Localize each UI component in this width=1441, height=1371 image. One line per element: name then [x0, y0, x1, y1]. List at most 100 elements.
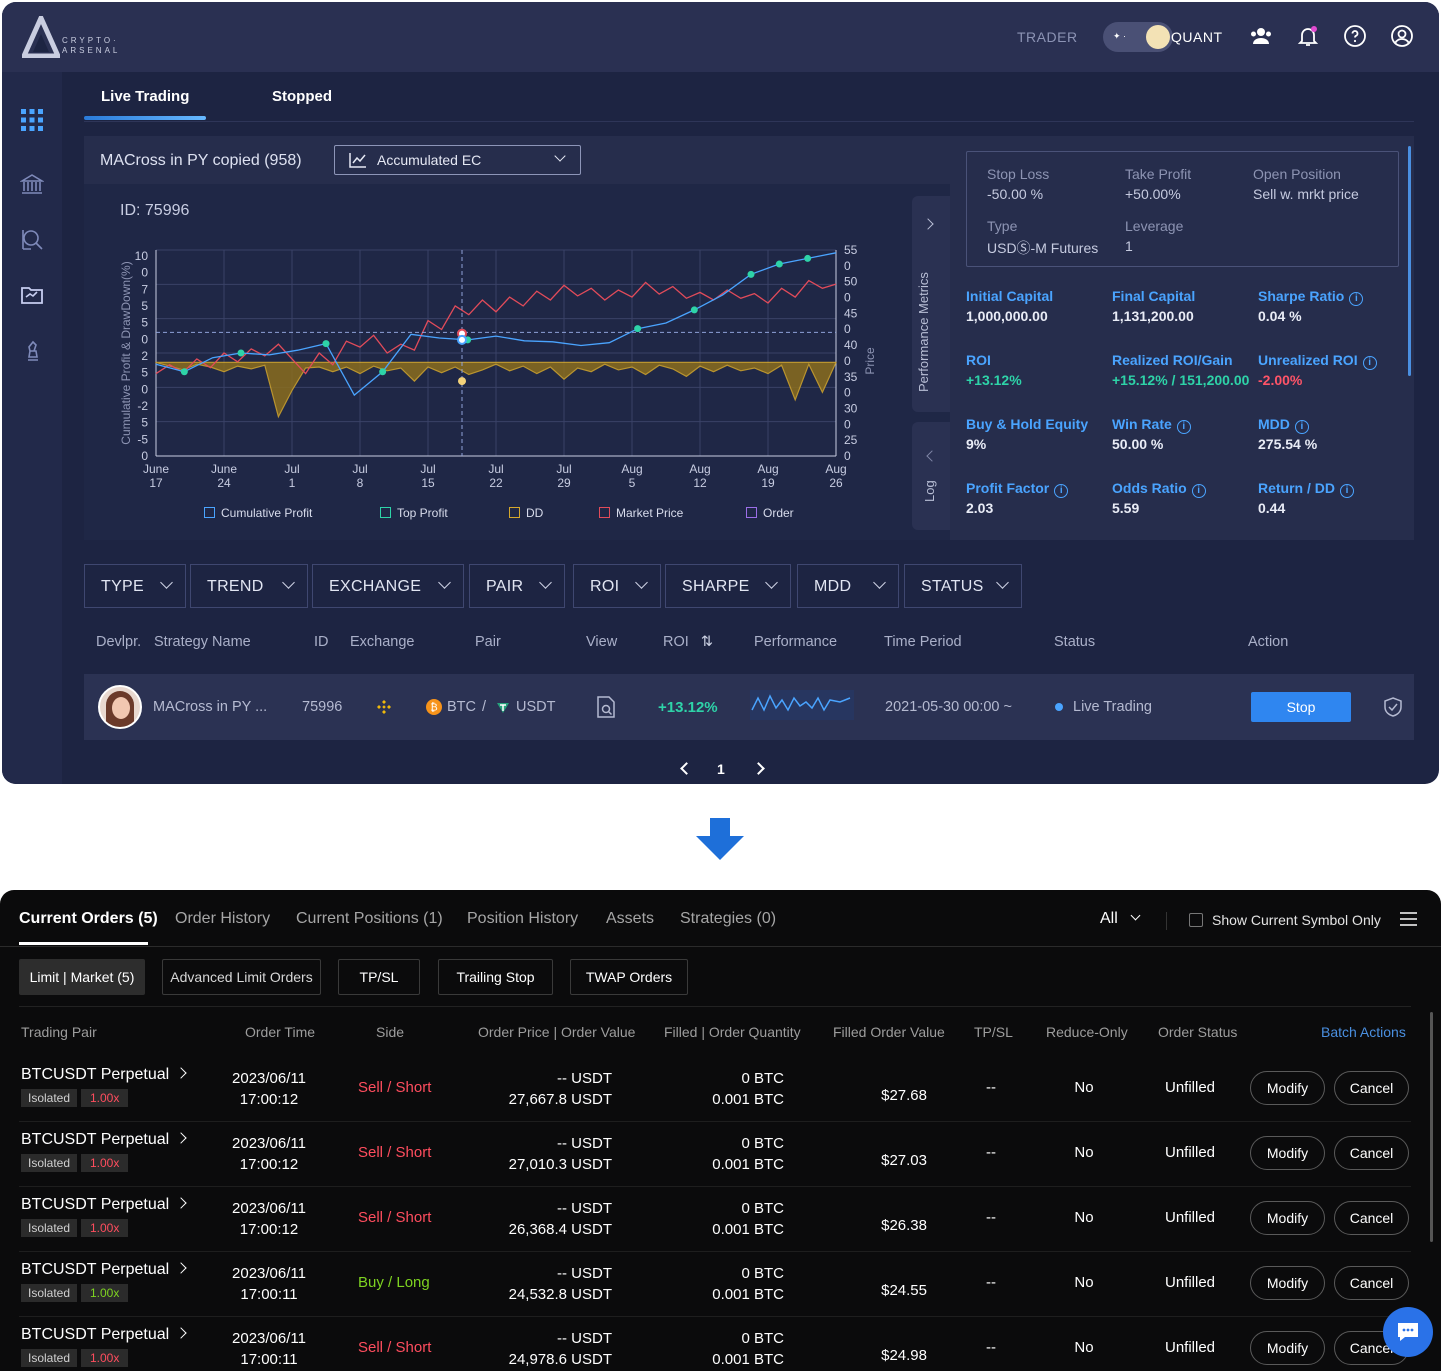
- chat-button[interactable]: [1383, 1307, 1433, 1357]
- metric-label[interactable]: Profit Factor i: [966, 480, 1069, 498]
- filter-mdd[interactable]: MDD: [797, 564, 899, 608]
- info-icon[interactable]: i: [1362, 356, 1377, 370]
- modify-button[interactable]: Modify: [1250, 1136, 1325, 1170]
- cancel-button[interactable]: Cancel: [1334, 1201, 1409, 1235]
- order-value: 27,010.3 USDT: [508, 1156, 612, 1173]
- legend-cumulative-profit[interactable]: Cumulative Profit: [204, 506, 312, 520]
- mode-toggle[interactable]: ✦ ·: [1103, 22, 1173, 52]
- metric-label[interactable]: Unrealized ROI i: [1258, 352, 1377, 370]
- modify-button[interactable]: Modify: [1250, 1201, 1325, 1235]
- y-tick-label: 5: [141, 316, 148, 330]
- order-row[interactable]: BTCUSDT Perpetual Isolated 1.00x 2023/06/11…: [19, 1187, 1411, 1252]
- grid-icon[interactable]: [20, 108, 44, 132]
- developer-avatar[interactable]: [98, 685, 142, 729]
- filter-all-value: All: [1100, 910, 1118, 927]
- modify-button[interactable]: Modify: [1250, 1331, 1325, 1365]
- filter-pair[interactable]: PAIR: [469, 564, 565, 608]
- filter-all-select[interactable]: All: [1100, 910, 1141, 928]
- trading-pair[interactable]: BTCUSDT Perpetual: [21, 1196, 187, 1214]
- order-row[interactable]: BTCUSDT Perpetual Isolated 1.00x 2023/06/11…: [19, 1317, 1411, 1371]
- users-icon[interactable]: [1249, 24, 1273, 48]
- tab-position-history[interactable]: Position History: [467, 910, 578, 928]
- equity-curve-chart[interactable]: June17June24Jul1Jul8Jul15Jul22Jul29Aug5A…: [84, 136, 950, 540]
- tab-current-orders[interactable]: Current Orders (5): [19, 910, 158, 928]
- bell-icon[interactable]: [1296, 24, 1320, 48]
- app-logo[interactable]: CRYPTO· ARSENAL: [22, 16, 142, 60]
- legend-dd[interactable]: DD: [509, 506, 543, 520]
- filter-type[interactable]: TYPE: [84, 564, 186, 608]
- cancel-button[interactable]: Cancel: [1334, 1266, 1409, 1300]
- menu-icon[interactable]: [1400, 912, 1417, 926]
- metric-label[interactable]: Sharpe Ratio i: [1258, 288, 1364, 306]
- stop-button[interactable]: Stop: [1251, 692, 1351, 722]
- tab-current-positions[interactable]: Current Positions (1): [296, 910, 443, 928]
- filter-sharpe[interactable]: SHARPE: [665, 564, 791, 608]
- bank-icon[interactable]: [20, 172, 44, 196]
- y2-tick-label: 45: [844, 306, 858, 320]
- chevron-down-icon: [996, 576, 1009, 589]
- strategy-row[interactable]: MACross in PY ... 75996 ₿ BTC / USDT +13…: [84, 674, 1414, 740]
- info-icon[interactable]: i: [1054, 484, 1069, 498]
- metric-label[interactable]: Win Rate i: [1112, 416, 1191, 434]
- trading-pair[interactable]: BTCUSDT Perpetual: [21, 1261, 187, 1279]
- account-icon[interactable]: [1390, 24, 1414, 48]
- strategy-name[interactable]: MACross in PY ...: [153, 699, 267, 715]
- order-row[interactable]: BTCUSDT Perpetual Isolated 1.00x 2023/06/11…: [19, 1252, 1411, 1317]
- chevron-down-icon: [1130, 910, 1141, 921]
- checkbox-icon: [204, 507, 215, 518]
- cancel-button[interactable]: Cancel: [1334, 1071, 1409, 1105]
- help-icon[interactable]: [1343, 24, 1367, 48]
- batch-actions-link[interactable]: Batch Actions: [1321, 1024, 1406, 1040]
- shield-icon[interactable]: [1382, 696, 1404, 718]
- legend-order[interactable]: Order: [746, 506, 794, 520]
- trading-pair[interactable]: BTCUSDT Perpetual: [21, 1131, 187, 1149]
- metric-label[interactable]: Return / DD i: [1258, 480, 1354, 498]
- filter-status[interactable]: STATUS: [904, 564, 1022, 608]
- subtab-twap-orders[interactable]: TWAP Orders: [570, 959, 688, 995]
- info-icon[interactable]: i: [1340, 484, 1354, 498]
- tab-assets[interactable]: Assets: [606, 910, 654, 928]
- trading-pair[interactable]: BTCUSDT Perpetual: [21, 1066, 187, 1084]
- orders-scrollbar[interactable]: [1430, 1012, 1433, 1242]
- subtab-advanced-limit[interactable]: Advanced Limit Orders: [162, 959, 321, 995]
- log-toggle[interactable]: [912, 422, 950, 530]
- cancel-button[interactable]: Cancel: [1334, 1136, 1409, 1170]
- tab-strategies[interactable]: Strategies (0): [680, 910, 776, 928]
- chess-piece-icon[interactable]: [20, 339, 44, 363]
- tab-order-history[interactable]: Order History: [175, 910, 270, 928]
- info-icon[interactable]: i: [1349, 292, 1364, 306]
- legend-market-price[interactable]: Market Price: [599, 506, 683, 520]
- tab-stopped[interactable]: Stopped: [272, 88, 332, 105]
- metric-label[interactable]: MDD i: [1258, 416, 1309, 434]
- tab-live-trading[interactable]: Live Trading: [101, 88, 189, 105]
- modify-button[interactable]: Modify: [1250, 1071, 1325, 1105]
- metric-label[interactable]: Odds Ratio i: [1112, 480, 1206, 498]
- mode-trader-label[interactable]: TRADER: [1017, 29, 1078, 45]
- subtab-tpsl[interactable]: TP/SL: [338, 959, 420, 995]
- portfolio-icon[interactable]: [20, 282, 44, 306]
- view-report-icon[interactable]: [596, 696, 616, 718]
- subtab-limit-market[interactable]: Limit | Market (5): [19, 959, 145, 995]
- analysis-icon[interactable]: [20, 227, 44, 251]
- performance-metrics-panel: Stop Loss -50.00 % Take Profit +50.00% O…: [950, 136, 1414, 540]
- info-icon[interactable]: i: [1191, 484, 1206, 498]
- modify-button[interactable]: Modify: [1250, 1266, 1325, 1300]
- order-row[interactable]: BTCUSDT Perpetual Isolated 1.00x 2023/06/11…: [19, 1122, 1411, 1187]
- info-icon[interactable]: i: [1176, 420, 1191, 434]
- filter-exchange[interactable]: EXCHANGE: [312, 564, 464, 608]
- info-icon[interactable]: i: [1294, 420, 1309, 434]
- filter-trend[interactable]: TREND: [190, 564, 308, 608]
- current-page[interactable]: 1: [717, 761, 725, 777]
- legend-top-profit[interactable]: Top Profit: [380, 506, 448, 520]
- col-roi[interactable]: ROI ⇅: [663, 634, 713, 650]
- prev-page-icon[interactable]: [680, 762, 693, 775]
- metric-label: Realized ROI/Gain: [1112, 352, 1233, 368]
- order-row[interactable]: BTCUSDT Perpetual Isolated 1.00x 2023/06/11…: [19, 1057, 1411, 1122]
- subtab-trailing-stop[interactable]: Trailing Stop: [438, 959, 553, 995]
- metrics-scrollbar[interactable]: [1408, 146, 1411, 376]
- mode-quant-label[interactable]: QUANT: [1171, 29, 1223, 45]
- filter-roi[interactable]: ROI: [573, 564, 661, 608]
- trading-pair[interactable]: BTCUSDT Perpetual: [21, 1326, 187, 1344]
- show-current-symbol-checkbox[interactable]: [1189, 913, 1203, 927]
- next-page-icon[interactable]: [752, 762, 765, 775]
